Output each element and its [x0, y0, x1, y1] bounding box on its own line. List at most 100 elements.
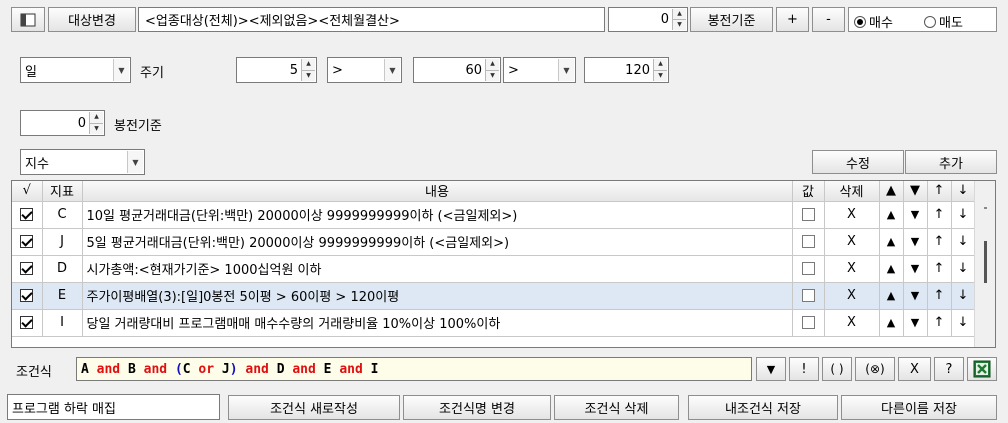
checkbox[interactable]	[20, 262, 34, 275]
minus-button[interactable]: -	[812, 7, 845, 32]
move-bottom-icon[interactable]: ↓	[951, 282, 976, 310]
circle-x-button[interactable]: (⊗)	[855, 357, 895, 381]
value-checkbox[interactable]	[801, 208, 815, 221]
bong-spinner[interactable]: 0 ▲ ▼	[20, 110, 105, 136]
top-bong-button[interactable]: 봉전기준	[690, 7, 773, 32]
row-value-checkbox-cell[interactable]	[792, 309, 825, 337]
table-row[interactable]: D 시가총액:<현재가기준> 1000십억원 이하 X ▲ ▼ ↑ ↓	[12, 255, 976, 283]
move-bottom-icon[interactable]: ↓	[951, 228, 976, 256]
row-content[interactable]: 당일 거래량대비 프로그램매매 매수수량의 거래량비율 10%이상 100%이하	[82, 309, 793, 337]
period-select[interactable]: 일 ▼	[20, 57, 131, 83]
row-value-checkbox-cell[interactable]	[792, 228, 825, 256]
save-condition-button[interactable]: 내조건식 저장	[688, 395, 838, 420]
layout-toggle-button[interactable]	[11, 7, 45, 32]
move-down-icon[interactable]: ▼	[903, 309, 928, 337]
sell-radio[interactable]: 매도	[924, 12, 963, 31]
ma1-spinner[interactable]: 5 ▲ ▼	[236, 57, 317, 83]
row-content[interactable]: 주가이평배열(3):[일]0봉전 5이평 > 60이평 > 120이평	[82, 282, 793, 310]
row-delete-button[interactable]: X	[824, 201, 880, 229]
grid-scrollbar[interactable]	[974, 181, 995, 347]
chevron-down-icon[interactable]: ▼	[113, 59, 129, 81]
add-button[interactable]: 추가	[905, 150, 997, 174]
move-bottom-icon[interactable]: ↓	[951, 309, 976, 337]
move-top-icon[interactable]: ↑	[927, 309, 952, 337]
move-up-icon[interactable]: ▲	[879, 201, 904, 229]
checkbox[interactable]	[20, 316, 34, 329]
checkbox[interactable]	[20, 208, 34, 221]
spinner-arrows[interactable]: ▲ ▼	[89, 112, 103, 134]
ma3-spinner[interactable]: 120 ▲ ▼	[584, 57, 669, 83]
caret-down-icon[interactable]: ▼	[673, 19, 686, 30]
row-value-checkbox-cell[interactable]	[792, 255, 825, 283]
index-select[interactable]: 지수 ▼	[20, 149, 145, 175]
value-checkbox[interactable]	[801, 316, 815, 329]
move-down-icon[interactable]: ▼	[903, 255, 928, 283]
caret-up-icon[interactable]: ▲	[654, 59, 667, 70]
move-down-icon[interactable]: ▼	[903, 282, 928, 310]
row-delete-button[interactable]: X	[824, 282, 880, 310]
table-row[interactable]: E 주가이평배열(3):[일]0봉전 5이평 > 60이평 > 120이평 X ▲ ▼ ↑…	[12, 282, 976, 310]
checkbox[interactable]	[20, 289, 34, 302]
move-up-icon[interactable]: ▲	[879, 282, 904, 310]
top-bong-spinner[interactable]: 0 ▲ ▼	[608, 7, 688, 32]
move-top-icon[interactable]: ↑	[927, 228, 952, 256]
formula-input[interactable]: A and B and (C or J) and D and E and I	[76, 357, 752, 381]
move-down-icon[interactable]: ▼	[903, 201, 928, 229]
ma2-spinner[interactable]: 60 ▲ ▼	[413, 57, 501, 83]
change-target-button[interactable]: 대상변경	[48, 7, 136, 32]
caret-up-icon[interactable]: ▲	[673, 9, 686, 19]
row-checkbox-cell[interactable]	[12, 255, 43, 283]
move-down-icon[interactable]: ▼	[903, 228, 928, 256]
formula-dropdown-button[interactable]: ▼	[756, 357, 786, 381]
help-button[interactable]: ?	[934, 357, 964, 381]
plus-button[interactable]: +	[776, 7, 809, 32]
caret-up-icon[interactable]: ▲	[302, 59, 315, 70]
value-checkbox[interactable]	[801, 289, 815, 302]
row-content[interactable]: 5일 평균거래대금(단위:백만) 20000이상 9999999999이하 (<…	[82, 228, 793, 256]
op1-select[interactable]: > ▼	[327, 57, 402, 83]
condition-grid[interactable]: √ 지표 내용 값 삭제 ▲ ▼ ↑ ↓ C 10일 평균거래대금(단위:백만) 20000이상 …	[11, 180, 996, 348]
scroll-thumb[interactable]	[984, 241, 987, 283]
chevron-down-icon[interactable]: ▼	[384, 59, 400, 81]
row-checkbox-cell[interactable]	[12, 282, 43, 310]
row-delete-button[interactable]: X	[824, 309, 880, 337]
delete-condition-button[interactable]: 조건식 삭제	[554, 395, 679, 420]
move-top-icon[interactable]: ↑	[927, 201, 952, 229]
clear-formula-button[interactable]: X	[898, 357, 931, 381]
caret-down-icon[interactable]: ▼	[486, 69, 499, 82]
row-checkbox-cell[interactable]	[12, 201, 43, 229]
move-top-icon[interactable]: ↑	[927, 255, 952, 283]
condition-name-field[interactable]: 프로그램 하락 매집	[7, 394, 220, 420]
row-content[interactable]: 시가총액:<현재가기준> 1000십억원 이하	[82, 255, 793, 283]
chevron-down-icon[interactable]: ▼	[127, 151, 143, 173]
op2-select[interactable]: > ▼	[503, 57, 576, 83]
spinner-arrows[interactable]: ▲ ▼	[301, 59, 315, 81]
move-up-icon[interactable]: ▲	[879, 228, 904, 256]
move-top-icon[interactable]: ↑	[927, 282, 952, 310]
target-text-field[interactable]: <업종대상(전체)><제외없음><전체월결산>	[138, 7, 605, 32]
row-checkbox-cell[interactable]	[12, 228, 43, 256]
spinner-arrows[interactable]: ▲ ▼	[672, 9, 686, 30]
caret-up-icon[interactable]: ▲	[90, 112, 103, 123]
row-content[interactable]: 10일 평균거래대금(단위:백만) 20000이상 9999999999이하 (…	[82, 201, 793, 229]
row-value-checkbox-cell[interactable]	[792, 282, 825, 310]
save-as-button[interactable]: 다른이름 저장	[841, 395, 997, 420]
excel-export-button[interactable]	[967, 357, 997, 381]
new-condition-button[interactable]: 조건식 새로작성	[228, 395, 400, 420]
row-delete-button[interactable]: X	[824, 228, 880, 256]
caret-down-icon[interactable]: ▼	[302, 69, 315, 82]
chevron-down-icon[interactable]: ▼	[558, 59, 574, 81]
buy-radio[interactable]: 매수	[854, 12, 893, 31]
move-up-icon[interactable]: ▲	[879, 255, 904, 283]
value-checkbox[interactable]	[801, 235, 815, 248]
table-row[interactable]: I 당일 거래량대비 프로그램매매 매수수량의 거래량비율 10%이상 100%이…	[12, 309, 976, 337]
spinner-arrows[interactable]: ▲ ▼	[653, 59, 667, 81]
modify-button[interactable]: 수정	[812, 150, 904, 174]
value-checkbox[interactable]	[801, 262, 815, 275]
spinner-arrows[interactable]: ▲ ▼	[485, 59, 499, 81]
table-row[interactable]: J 5일 평균거래대금(단위:백만) 20000이상 9999999999이하 (…	[12, 228, 976, 256]
table-row[interactable]: C 10일 평균거래대금(단위:백만) 20000이상 9999999999이하 …	[12, 201, 976, 229]
move-bottom-icon[interactable]: ↓	[951, 255, 976, 283]
checkbox[interactable]	[20, 235, 34, 248]
move-bottom-icon[interactable]: ↓	[951, 201, 976, 229]
